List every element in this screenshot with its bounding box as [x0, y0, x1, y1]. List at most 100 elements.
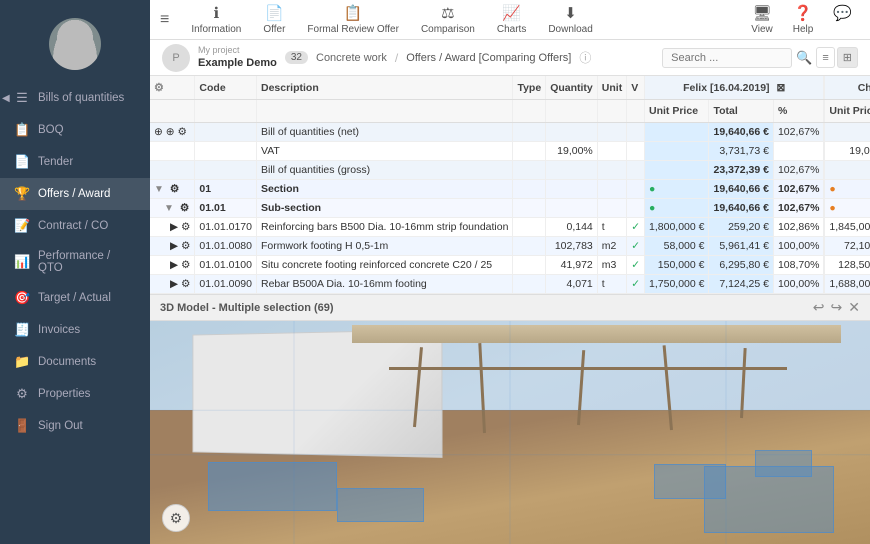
expand-icon[interactable]: ▶: [170, 259, 178, 271]
list-view-button[interactable]: ≡: [816, 47, 834, 68]
row-felix-unit: 58,000 €: [645, 237, 709, 256]
circle-icon: ●: [649, 202, 655, 214]
sidebar-item-bills-of-quantities[interactable]: ◀ ☰ Bills of quantities: [0, 82, 150, 114]
expand-icon[interactable]: ⊕ ⊕: [154, 126, 175, 138]
topbar-information[interactable]: ℹ Information: [181, 0, 251, 39]
topbar-comparison[interactable]: ⚖ Comparison: [411, 0, 485, 39]
settings-icon[interactable]: ⚙: [181, 221, 190, 233]
offer-felix-header: Felix [16.04.2019] ⊠: [645, 76, 824, 100]
collapse-button[interactable]: ▼: [154, 184, 164, 195]
row-unit: [597, 123, 626, 142]
undo-button[interactable]: ↩: [813, 299, 825, 316]
sidebar-item-properties[interactable]: ⚙ Properties: [0, 378, 150, 410]
sidebar-item-target-actual[interactable]: 🎯 Target / Actual: [0, 282, 150, 314]
row-charlie-unit: 72,100 €: [825, 237, 870, 256]
close-panel-button[interactable]: ✕: [848, 299, 860, 316]
offer-felix-toggle[interactable]: ⊠: [776, 82, 785, 94]
view-icon: 🖥: [752, 4, 771, 22]
topbar-formal-review-offer[interactable]: 📋 Formal Review Offer: [297, 0, 409, 39]
sidebar-item-boq[interactable]: 📋 BOQ: [0, 114, 150, 146]
search-input[interactable]: [662, 48, 792, 68]
sidebar-collapse-arrow: ◀: [2, 93, 10, 104]
topbar: ≡ ℹ Information 📄 Offer 📋 Formal Review …: [150, 0, 870, 40]
settings-icon[interactable]: ⚙: [181, 259, 190, 271]
breadcrumb-info-icon[interactable]: ⓘ: [579, 49, 591, 66]
settings-icon[interactable]: ⚙: [180, 202, 189, 214]
row-quantity: 0,144: [546, 218, 598, 237]
avatar-figure: [49, 18, 101, 70]
topbar-download[interactable]: ⬇ Download: [538, 0, 602, 39]
settings-icon[interactable]: ⚙: [154, 82, 164, 94]
sidebar-item-sign-out[interactable]: 🚪 Sign Out: [0, 410, 150, 442]
row-quantity: 41,972: [546, 256, 598, 275]
row-felix-unit: [645, 142, 709, 161]
col-unit: Unit: [597, 76, 626, 100]
row-v: [627, 142, 645, 161]
topbar-offer[interactable]: 📄 Offer: [253, 0, 295, 39]
expand-icon[interactable]: ▶: [170, 278, 178, 290]
breadcrumb-separator: /: [395, 51, 398, 65]
row-actions: [150, 142, 195, 161]
breadcrumb-bar: P My project Example Demo 32 Concrete wo…: [150, 40, 870, 76]
breadcrumb-project: My project Example Demo: [198, 45, 277, 71]
table-row: ▶ ⚙ 01.01.0170 Reinforcing bars B500 Dia…: [150, 218, 870, 237]
topbar-help[interactable]: ❓ Help: [785, 0, 822, 39]
topbar-view[interactable]: 🖥 View: [743, 0, 781, 39]
table-row: VAT 19,00% 3,731,73 € 19,00% 3,789,90 €: [150, 142, 870, 161]
row-code: [195, 142, 257, 161]
sidebar-item-invoices[interactable]: 🧾 Invoices: [0, 314, 150, 346]
topbar-right-label: View: [751, 24, 773, 35]
sidebar-item-label: Target / Actual: [38, 292, 111, 304]
row-v: ✓: [627, 237, 645, 256]
panel-3d: 3D Model - Multiple selection (69) ↩ ↪ ✕: [150, 294, 870, 544]
settings-icon[interactable]: ⚙: [170, 183, 179, 195]
sidebar-item-label: Sign Out: [38, 420, 83, 432]
collapse-button[interactable]: ▼: [164, 203, 174, 214]
row-felix-unit: 150,000 €: [645, 256, 709, 275]
sidebar-item-tender[interactable]: 📄 Tender: [0, 146, 150, 178]
settings-icon[interactable]: ⚙: [177, 126, 186, 138]
redo-button[interactable]: ↪: [831, 299, 843, 316]
sidebar-item-offers-award[interactable]: 🏆 Offers / Award: [0, 178, 150, 210]
table-row: Bill of quantities (gross) 23,372,39 € 1…: [150, 161, 870, 180]
list-icon: ☰: [14, 90, 30, 106]
expand-icon[interactable]: ▶: [170, 240, 178, 252]
row-v: ✓: [627, 256, 645, 275]
info-icon: ℹ: [214, 4, 220, 22]
sidebar-item-contract-co[interactable]: 📝 Contract / CO: [0, 210, 150, 242]
row-quantity: 4,071: [546, 275, 598, 294]
breadcrumb-section[interactable]: Concrete work: [316, 52, 387, 64]
row-felix-total: 3,731,73 €: [709, 142, 773, 161]
project-name[interactable]: Example Demo: [198, 56, 277, 70]
row-unit: t: [597, 218, 626, 237]
settings-icon[interactable]: ⚙: [181, 240, 190, 252]
grid-view-button[interactable]: ⊞: [837, 47, 858, 68]
row-felix-unit: ●: [645, 199, 709, 218]
hamburger-menu[interactable]: ≡: [160, 11, 169, 29]
sidebar-item-documents[interactable]: 📁 Documents: [0, 346, 150, 378]
row-actions: ▶ ⚙: [150, 218, 195, 237]
row-charlie-unit: 128,500 €: [825, 256, 870, 275]
sidebar-item-performance-qto[interactable]: 📊 Performance / QTO: [0, 242, 150, 282]
offer-charlie-header: Charlie [19.04.2019] ⊠: [825, 76, 870, 100]
search-button[interactable]: 🔍: [796, 50, 812, 66]
expand-icon[interactable]: ▶: [170, 221, 178, 233]
row-charlie-unit: 1,845,000 €: [825, 218, 870, 237]
topbar-charts[interactable]: 📈 Charts: [487, 0, 536, 39]
topbar-item-label: Information: [191, 24, 241, 35]
row-actions: ▼ ⚙: [150, 199, 195, 218]
col-felix-pct: %: [773, 100, 823, 123]
row-charlie-unit: [825, 123, 870, 142]
topbar-item-label: Offer: [263, 24, 285, 35]
topbar-item-label: Charts: [497, 24, 526, 35]
row-charlie-unit: 19,00%: [825, 142, 870, 161]
col-code-sub: [195, 100, 257, 123]
row-felix-pct: 102,67%: [773, 199, 823, 218]
row-unit: [597, 161, 626, 180]
scene-settings-button[interactable]: ⚙: [162, 504, 190, 532]
settings-icon[interactable]: ⚙: [181, 278, 190, 290]
row-v: ✓: [627, 275, 645, 294]
row-description: Rebar B500A Dia. 10-16mm footing: [256, 275, 512, 294]
row-code: 01.01.0080: [195, 237, 257, 256]
topbar-chat[interactable]: 💬: [825, 0, 860, 39]
